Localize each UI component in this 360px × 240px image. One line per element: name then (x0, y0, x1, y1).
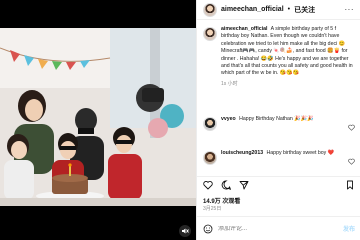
author-username[interactable]: aimeechan_official (221, 6, 284, 13)
add-comment-bar: 发布 (197, 216, 360, 240)
comment-input[interactable] (218, 225, 328, 232)
comment-item: vvyeo Happy Birthday Nathan 🎉🎉🎉 (197, 116, 360, 131)
post-comment-button[interactable]: 发布 (343, 224, 355, 233)
post-date: 3月25日 (203, 206, 222, 212)
following-button[interactable]: 已关注 (294, 5, 315, 15)
action-bar (197, 176, 360, 192)
more-options-button[interactable]: ··· (345, 5, 355, 14)
view-count[interactable]: 14.9万 次观看 (203, 196, 240, 205)
heart-icon[interactable] (203, 180, 213, 190)
caption-text: A simple birthday party of 5 f birthday … (221, 26, 353, 77)
comment-text: Happy birthday sweet boy ❤️ (266, 150, 335, 156)
emoji-icon[interactable] (203, 224, 213, 234)
caption-username[interactable]: aimeechan_official (221, 26, 267, 32)
comment-avatar[interactable] (203, 117, 217, 131)
party-photo-illustration (0, 28, 196, 206)
post-side-panel: aimeechan_official • 已关注 ··· aimeechan_o… (196, 0, 360, 240)
comment-like-button[interactable] (348, 118, 355, 131)
avatar[interactable] (203, 2, 217, 17)
comment-username[interactable]: louischeung2013 (221, 150, 263, 156)
comment-item: louischeung2013 Happy birthday sweet boy… (197, 150, 360, 165)
heart-icon (348, 158, 355, 165)
mute-button[interactable] (178, 224, 192, 238)
heart-icon (348, 124, 355, 131)
post-header: aimeechan_official • 已关注 ··· (197, 0, 360, 20)
post-photo (0, 28, 196, 206)
share-icon[interactable] (239, 180, 249, 190)
comments-section: aimeechan_official A simple birthday par… (197, 24, 360, 174)
caption: aimeechan_official A simple birthday par… (197, 26, 360, 87)
separator-dot: • (287, 6, 291, 13)
comment-username[interactable]: vvyeo (221, 116, 236, 122)
post-media[interactable] (0, 0, 196, 240)
comment-avatar[interactable] (203, 151, 217, 165)
comment-text-block: vvyeo Happy Birthday Nathan 🎉🎉🎉 (221, 116, 355, 123)
comment-like-button[interactable] (348, 152, 355, 165)
bookmark-icon[interactable] (345, 180, 355, 190)
comment-text: Happy Birthday Nathan 🎉🎉🎉 (239, 116, 314, 122)
caption-timestamp: 1s 小时 (221, 80, 238, 87)
comment-icon[interactable] (221, 179, 231, 190)
caption-avatar[interactable] (203, 27, 217, 41)
comment-text-block: louischeung2013 Happy birthday sweet boy… (221, 150, 355, 157)
caption-text-block: aimeechan_official A simple birthday par… (221, 26, 355, 78)
mute-icon (179, 225, 191, 237)
